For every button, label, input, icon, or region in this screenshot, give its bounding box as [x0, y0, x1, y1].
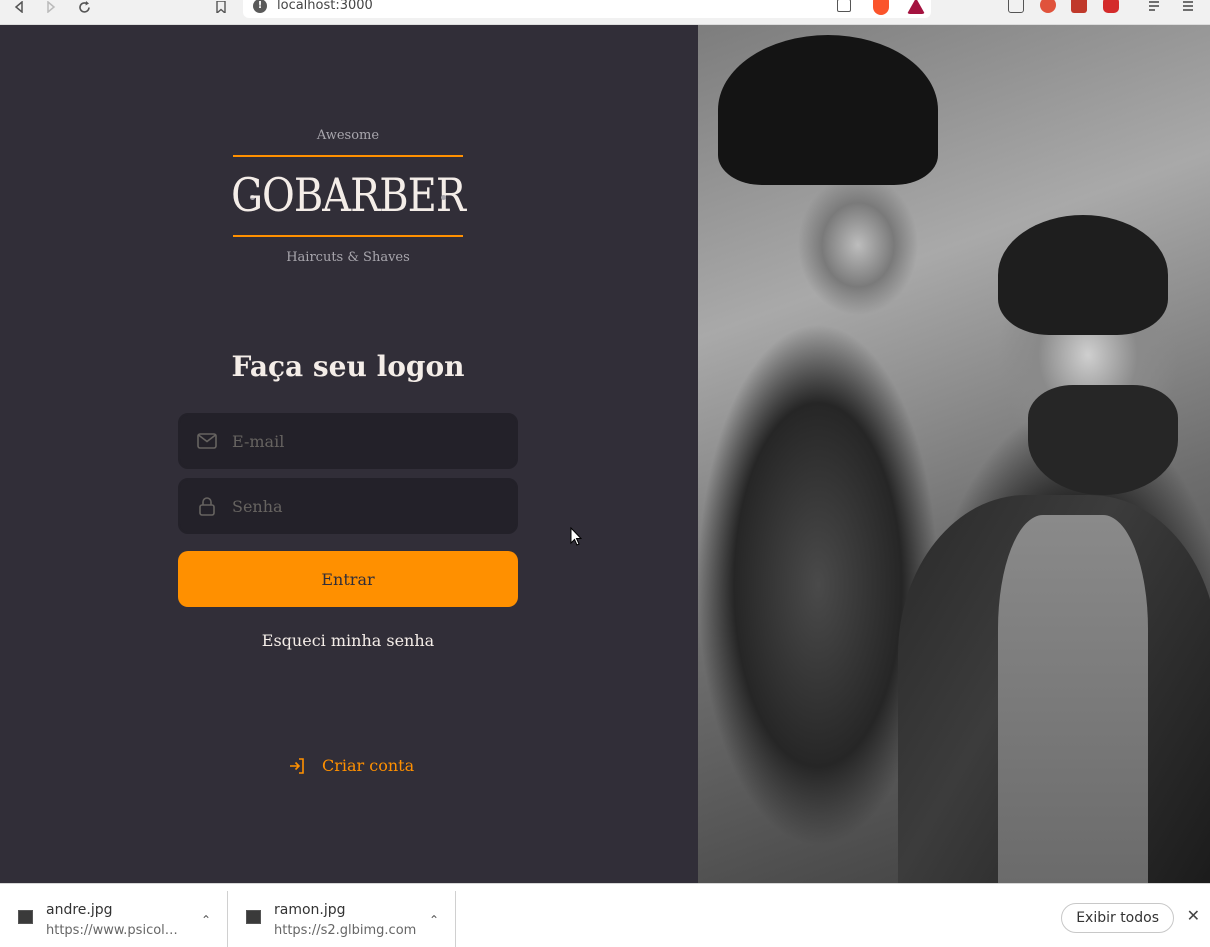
download-item[interactable]: andre.jpg https://www.psicol… ⌃ — [0, 891, 228, 947]
email-input[interactable] — [232, 431, 516, 451]
playlist-icon[interactable] — [1148, 0, 1164, 13]
download-url: https://www.psicol… — [46, 923, 178, 938]
browser-toolbar: ! localhost:3000 — [0, 0, 1210, 25]
extension-icon[interactable] — [1040, 0, 1056, 13]
background-photo — [698, 25, 1210, 883]
page: Awesome GOBARBER Haircuts & Shaves Faça … — [0, 25, 1210, 883]
back-arrow-icon[interactable] — [10, 0, 28, 14]
show-all-downloads-button[interactable]: Exibir todos — [1061, 903, 1174, 933]
logo-tagline-bottom: Haircuts & Shaves — [286, 250, 410, 265]
create-account-link[interactable]: Criar conta — [288, 756, 414, 775]
downloads-shelf: andre.jpg https://www.psicol… ⌃ ramon.jp… — [0, 883, 1210, 947]
close-icon[interactable]: ✕ — [1187, 908, 1200, 924]
sign-in-panel: Awesome GOBARBER Haircuts & Shaves Faça … — [0, 25, 698, 883]
download-url: https://s2.glbimg.com — [274, 923, 417, 938]
menu-icon[interactable] — [1182, 0, 1198, 13]
create-account-label: Criar conta — [322, 756, 415, 775]
address-bar[interactable]: ! localhost:3000 — [243, 0, 931, 18]
chevron-up-icon[interactable]: ⌃ — [429, 913, 439, 927]
chevron-up-icon[interactable]: ⌃ — [201, 913, 211, 927]
logo-name: GOBARBER — [231, 169, 466, 223]
download-item[interactable]: ramon.jpg https://s2.glbimg.com ⌃ — [228, 891, 456, 947]
page-title: Faça seu logon — [231, 350, 465, 383]
site-info-icon[interactable]: ! — [253, 0, 267, 13]
brave-rewards-icon[interactable] — [907, 0, 925, 14]
image-file-icon — [246, 910, 261, 924]
brave-shield-icon[interactable] — [873, 0, 889, 15]
url-text[interactable]: localhost:3000 — [277, 0, 373, 13]
bookmark-icon[interactable] — [212, 0, 230, 14]
lock-icon — [196, 495, 218, 517]
mouse-cursor — [570, 526, 583, 547]
extension-icon[interactable] — [1103, 0, 1119, 13]
translate-icon[interactable] — [837, 0, 851, 12]
submit-button[interactable]: Entrar — [178, 551, 518, 607]
email-field[interactable] — [178, 413, 518, 469]
password-field[interactable] — [178, 478, 518, 534]
json-extension-icon[interactable] — [1008, 0, 1024, 13]
logo-dot — [441, 195, 446, 200]
image-file-icon — [18, 910, 33, 924]
logo-tagline-top: Awesome — [316, 128, 380, 143]
logo-divider — [233, 235, 463, 237]
logo: Awesome GOBARBER Haircuts & Shaves — [231, 125, 466, 275]
forgot-password-link[interactable]: Esqueci minha senha — [178, 631, 518, 650]
password-input[interactable] — [232, 496, 516, 516]
forward-arrow-icon[interactable] — [42, 0, 60, 14]
download-filename: andre.jpg — [46, 902, 113, 918]
download-filename: ramon.jpg — [274, 902, 346, 918]
mail-icon — [196, 430, 218, 452]
reload-icon[interactable] — [75, 0, 93, 14]
log-in-icon — [288, 757, 306, 775]
extension-icon[interactable] — [1071, 0, 1087, 13]
